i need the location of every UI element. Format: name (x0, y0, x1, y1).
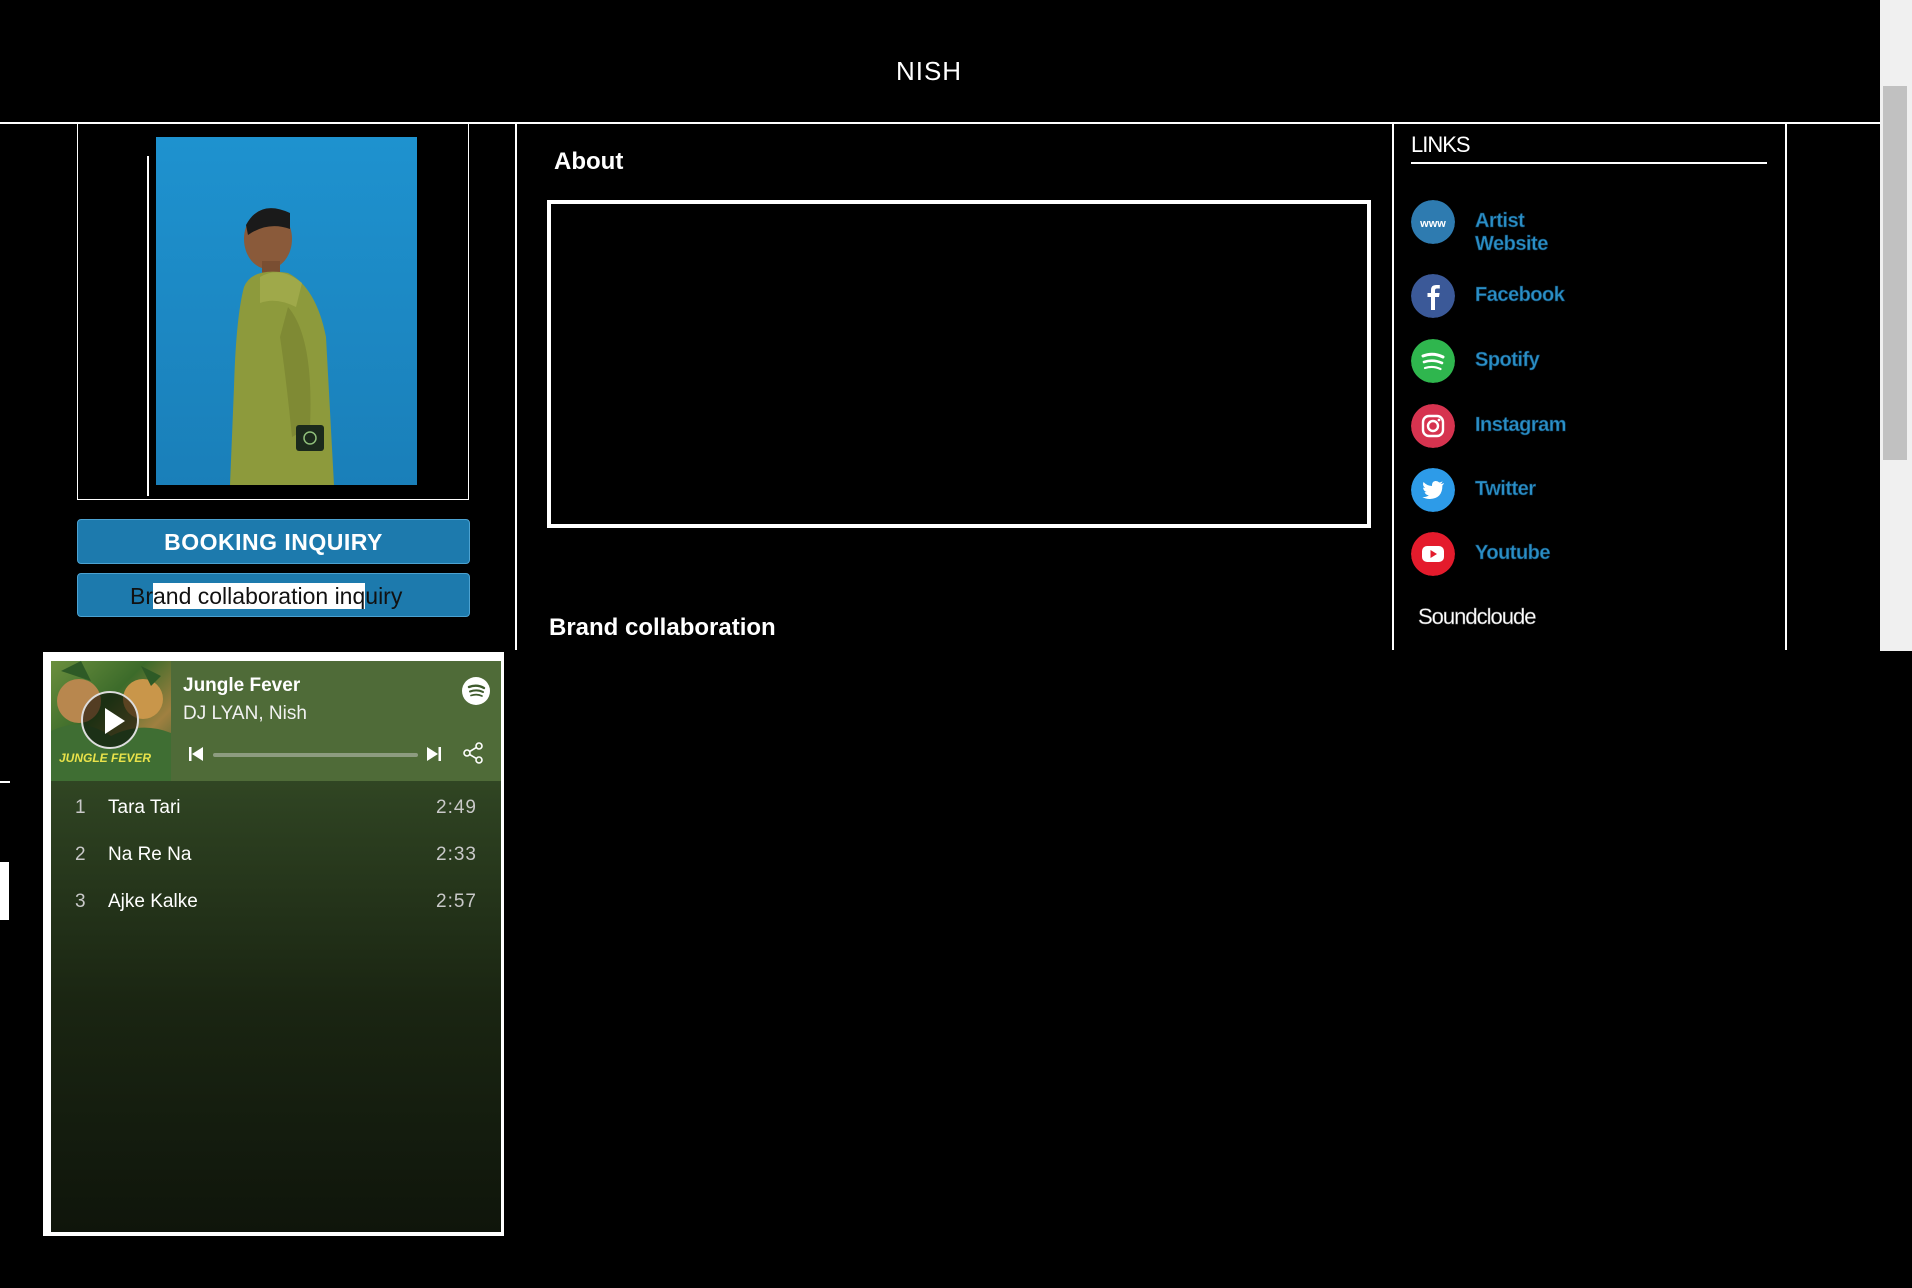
about-content-box (547, 200, 1371, 528)
soundcloud-link[interactable]: Soundcloude (1418, 604, 1537, 630)
youtube-icon (1411, 532, 1455, 576)
brand-button-label-selected: and collaboration inq (153, 583, 366, 609)
link-label[interactable]: Facebook (1475, 284, 1565, 307)
photo-frame-edge (147, 156, 149, 496)
link-label[interactable]: Artist Website (1475, 210, 1549, 256)
svg-text:www: www (1419, 218, 1446, 230)
column-divider (1392, 122, 1394, 650)
link-label[interactable]: Spotify (1475, 349, 1540, 372)
track-row[interactable]: 1 Tara Tari 2:49 (51, 783, 501, 830)
album-cover-title: JUNGLE FEVER (59, 751, 152, 765)
track-row[interactable]: 3 Ajke Kalke 2:57 (51, 877, 501, 924)
track-duration: 2:57 (436, 891, 477, 912)
next-track-icon[interactable] (425, 745, 443, 763)
track-name: Na Re Na (108, 844, 192, 865)
twitter-icon (1411, 468, 1455, 512)
page-title: NISH (895, 56, 963, 86)
artist-figure-illustration (230, 208, 334, 485)
booking-inquiry-button[interactable]: BOOKING INQUIRY (77, 519, 470, 564)
track-number: 2 (75, 844, 86, 865)
track-list: 1 Tara Tari 2:49 2 Na Re Na 2:33 3 Ajke Kalke 2:… (51, 783, 501, 924)
link-label[interactable]: Youtube (1475, 542, 1551, 565)
spotify-icon (1411, 339, 1455, 383)
previous-track-icon[interactable] (187, 745, 205, 763)
facebook-icon (1411, 274, 1455, 318)
playback-progress-bar[interactable] (213, 753, 418, 757)
track-number: 1 (75, 797, 86, 818)
brand-collaboration-heading: Brand collaboration (549, 614, 776, 641)
player-track-title[interactable]: Jungle Fever (183, 675, 300, 697)
brand-button-label-start: Br (130, 583, 153, 609)
track-number: 3 (75, 891, 86, 912)
about-heading: About (554, 148, 624, 175)
track-name: Ajke Kalke (108, 891, 198, 912)
play-icon (105, 708, 125, 734)
spotify-embed-player: JUNGLE FEVER Jungle Fever DJ LYAN, Nish … (51, 661, 501, 1232)
player-artist[interactable]: DJ LYAN, Nish (183, 703, 307, 725)
link-label[interactable]: Instagram (1475, 414, 1567, 437)
scrollbar-thumb[interactable] (1883, 86, 1907, 460)
artist-photo (156, 137, 417, 485)
instagram-icon (1411, 404, 1455, 448)
play-button[interactable] (81, 691, 139, 749)
edge-mark (0, 862, 9, 920)
column-divider (515, 122, 517, 650)
link-label[interactable]: Twitter (1475, 478, 1537, 501)
links-heading-underline (1411, 162, 1767, 164)
www-icon: www (1411, 200, 1455, 244)
track-duration: 2:49 (436, 797, 477, 818)
spotify-logo-icon[interactable] (462, 677, 490, 705)
brand-button-label-end: uiry (365, 583, 403, 609)
links-heading: LINKS (1411, 132, 1471, 157)
edge-mark (0, 781, 10, 783)
album-cover: JUNGLE FEVER (51, 661, 171, 781)
share-icon[interactable] (461, 741, 485, 765)
column-divider (1785, 122, 1787, 650)
track-row[interactable]: 2 Na Re Na 2:33 (51, 830, 501, 877)
track-name: Tara Tari (108, 797, 181, 818)
track-duration: 2:33 (436, 844, 477, 865)
brand-collaboration-inquiry-button[interactable]: Brand collaboration inquiry (77, 573, 470, 617)
